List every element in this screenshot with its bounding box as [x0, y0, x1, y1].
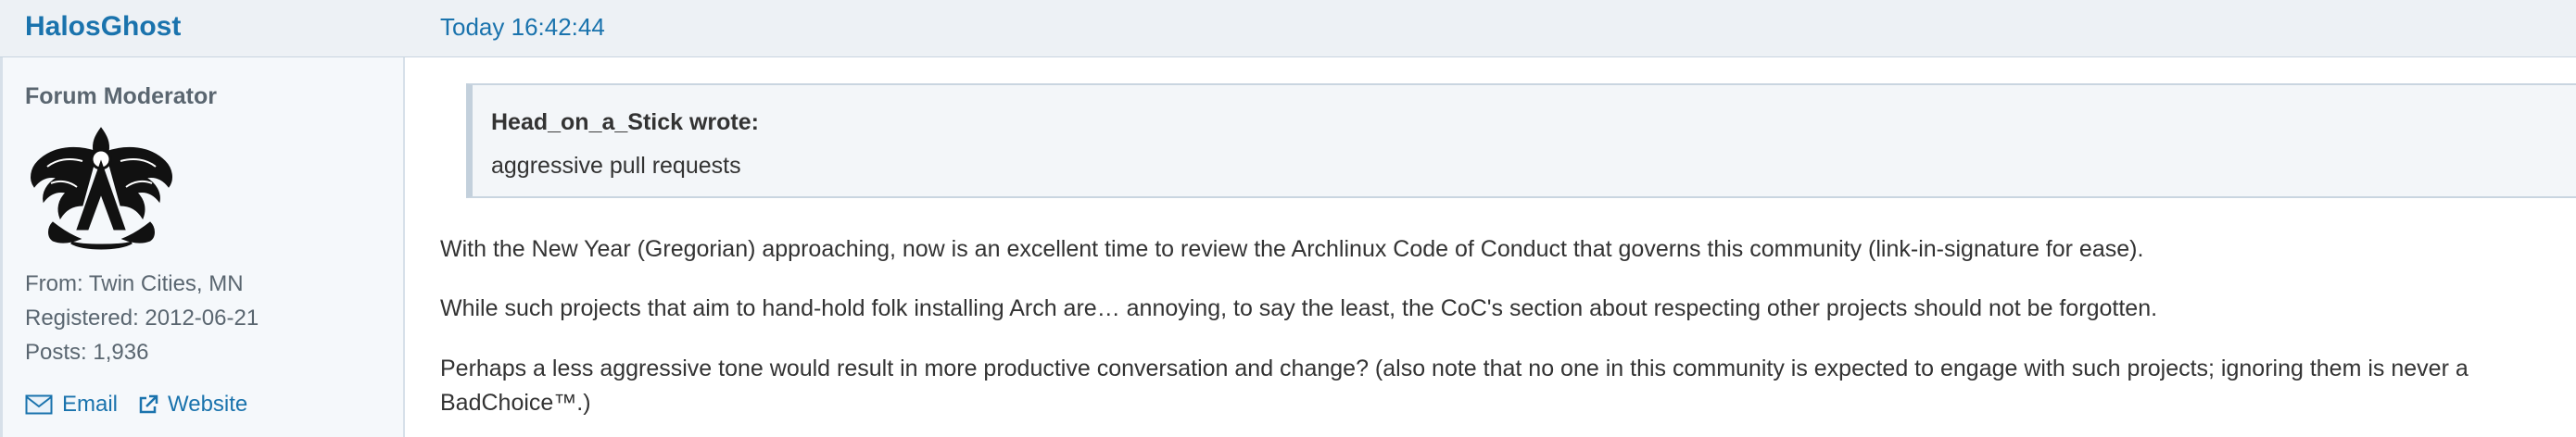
author-contact-links: Email Website	[25, 390, 247, 419]
post-paragraph-3-line-2: BadChoice™.)	[440, 390, 591, 416]
author-post-count: Posts: 1,936	[25, 340, 149, 365]
post-paragraph-3-line-1: Perhaps a less aggressive tone would res…	[440, 356, 2469, 381]
email-link[interactable]: Email	[25, 392, 118, 418]
arch-crest-avatar-icon	[25, 126, 178, 254]
quote-text: aggressive pull requests	[491, 153, 741, 179]
email-icon	[25, 394, 53, 415]
website-link-label: Website	[168, 392, 248, 417]
author-location: From: Twin Cities, MN	[25, 271, 244, 296]
post-paragraph-1: With the New Year (Gregorian) approachin…	[440, 236, 2144, 262]
author-name-link[interactable]: HalosGhost	[25, 8, 181, 45]
external-link-icon	[138, 394, 158, 415]
quote-block: Head_on_a_Stick wrote: aggressive pull r…	[466, 83, 2576, 198]
author-registered: Registered: 2012-06-21	[25, 306, 259, 331]
website-link[interactable]: Website	[138, 392, 247, 418]
author-role: Forum Moderator	[25, 83, 217, 109]
post-header: HalosGhost Today 16:42:44	[0, 0, 2576, 57]
author-sidebar: Forum Moderator From: Twin Cities, MN Re…	[0, 57, 405, 437]
post-content: Head_on_a_Stick wrote: aggressive pull r…	[405, 57, 2576, 437]
post-timestamp-link[interactable]: Today 16:42:44	[440, 10, 605, 44]
quote-author: Head_on_a_Stick wrote:	[491, 109, 759, 135]
email-link-label: Email	[62, 392, 119, 417]
post-paragraph-2: While such projects that aim to hand-hol…	[440, 295, 2158, 321]
